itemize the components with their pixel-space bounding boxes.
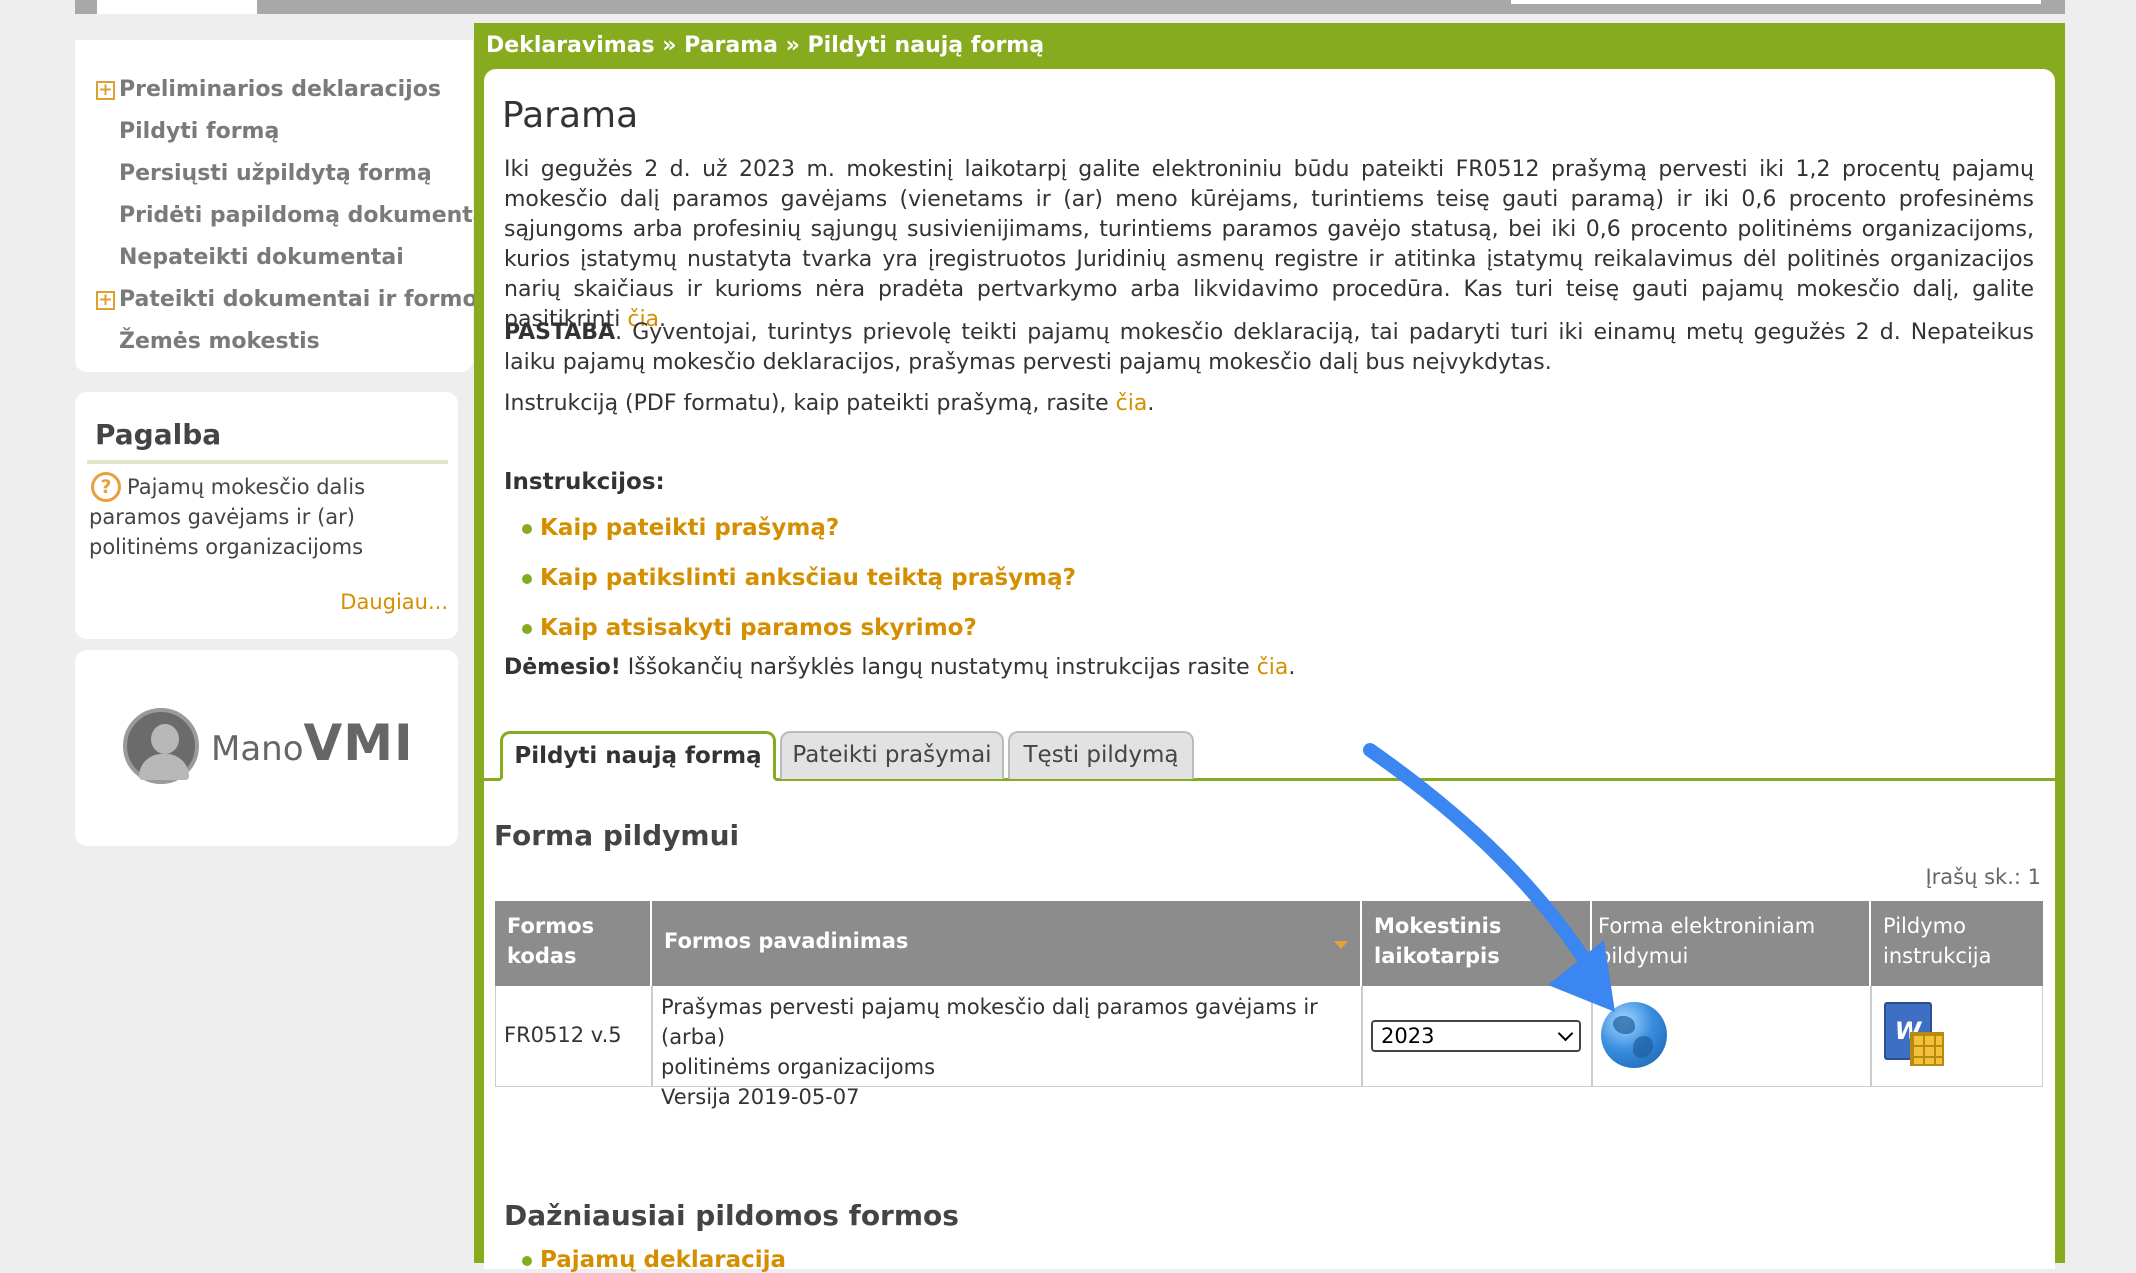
word-document-icon[interactable]: W [1884,1002,1946,1068]
sidebar-nav: + Preliminarios deklaracijos Pildyti for… [75,40,491,372]
help-panel: Pagalba Pajamų mokesčio dalis paramos ga… [75,392,458,639]
form-name-cell: Prašymas pervesti pajamų mokesčio dalį p… [652,986,1362,1109]
instruction-link-submit[interactable]: Kaip pateikti prašymą? [522,515,839,541]
help-link-text[interactable]: Pajamų mokesčio dalis paramos gavėjams i… [89,472,449,562]
sidebar-item-nepateikti[interactable]: Nepateikti dokumentai [119,245,404,270]
pdf-instruction-line: Instrukciją (PDF formatu), kaip pateikti… [504,391,1155,416]
chevron-down-icon [1557,1025,1574,1042]
expand-plus-icon[interactable]: + [96,291,115,310]
column-header-code[interactable]: Formos kodas [495,901,652,986]
period-select[interactable]: 2023 [1371,1020,1581,1052]
instructions-cell: W [1871,986,2043,1087]
breadcrumb[interactable]: Deklaravimas » Parama » Pildyti naują fo… [486,33,1044,58]
main-panel: Deklaravimas » Parama » Pildyti naują fo… [474,23,2065,1273]
tab-pateikti-prasymai[interactable]: Pateikti prašymai [780,731,1004,779]
instruction-link-correct[interactable]: Kaip patikslinti anksčiau teiktą prašymą… [522,565,1076,591]
record-count: Įrašų sk.: 1 [1925,865,2041,889]
main-content: Parama Iki gegužės 2 d. už 2023 m. mokes… [484,69,2055,1273]
instruction-link-cancel[interactable]: Kaip atsisakyti paramos skyrimo? [522,615,977,641]
globe-icon[interactable] [1601,1002,1667,1068]
instructions-heading: Instrukcijos: [504,469,665,495]
tab-pildyti-nauja-forma[interactable]: Pildyti naują formą [500,731,776,781]
top-tab[interactable] [97,0,257,14]
page-title: Parama [502,95,639,136]
attention-line: Dėmesio! Iššokančių naršyklės langų nust… [504,655,1296,680]
frequent-forms-title: Dažniausiai pildomos formos [504,1199,959,1232]
bullet-icon [522,1255,532,1266]
help-more-link[interactable]: Daugiau... [340,590,448,614]
tab-testi-pildyma[interactable]: Tęsti pildymą [1008,731,1194,779]
sidebar-item-prideti-dokumenta[interactable]: Pridėti papildomą dokumentą [119,203,488,228]
column-header-name[interactable]: Formos pavadinimas [652,901,1362,986]
note-paragraph: PASTABA. Gyventojai, turintys prievolę t… [504,320,2034,375]
electronic-form-cell [1592,986,1871,1087]
sort-arrow-icon[interactable] [1334,941,1348,949]
period-cell: 2023 [1362,986,1592,1087]
mano-vmi-panel[interactable]: ManoVMI [75,650,458,846]
bullet-icon [522,623,532,634]
help-divider [87,460,448,464]
user-avatar-icon [123,708,199,784]
sidebar-item-preliminarios[interactable]: Preliminarios deklaracijos [119,77,441,102]
section-title: Forma pildymui [494,819,740,852]
popup-instructions-link[interactable]: čia [1257,655,1289,680]
sidebar-item-persiusti[interactable]: Persiųsti užpildytą formą [119,161,432,186]
search-input[interactable] [1511,0,2041,4]
pdf-instruction-link[interactable]: čia [1116,391,1148,416]
sidebar-item-pildyti-forma[interactable]: Pildyti formą [119,119,279,144]
help-question-icon: ? [91,472,121,502]
top-bar [75,0,2065,14]
sidebar-item-zemes-mokestis[interactable]: Žemės mokestis [119,329,320,354]
intro-paragraph: Iki gegužės 2 d. už 2023 m. mokestinį la… [504,157,2034,332]
help-title: Pagalba [95,418,222,451]
form-code-cell: FR0512 v.5 [495,986,652,1087]
mano-vmi-logo: ManoVMI [211,714,414,772]
frequent-form-link-pajamu-deklaracija[interactable]: Pajamų deklaracija [522,1247,786,1273]
column-header-electronic-form: Forma elektroniniam pildymui [1592,901,1871,986]
bullet-icon [522,573,532,584]
bullet-icon [522,523,532,534]
forms-table: Formos kodas Formos pavadinimas Mokestini… [495,901,2043,1109]
sidebar-item-pateikti-dokumentai[interactable]: Pateikti dokumentai ir formos [119,287,491,312]
column-header-instructions: Pildymo instrukcija [1871,901,2043,986]
expand-plus-icon[interactable]: + [96,81,115,100]
column-header-period[interactable]: Mokestinis laikotarpis [1362,901,1592,986]
